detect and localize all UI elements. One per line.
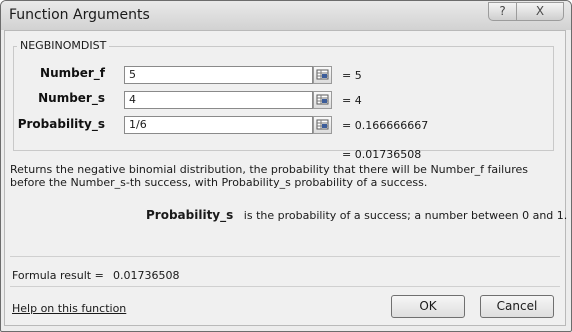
number-f-range-button[interactable] — [313, 66, 332, 84]
parameter-help: Probability_s is the probability of a su… — [146, 208, 567, 222]
arg-label-number-s: Number_s — [38, 91, 105, 105]
close-icon: X — [535, 4, 545, 18]
number-s-input[interactable]: 4 — [124, 91, 313, 109]
dialog-body: NEGBINOMDIST Number_f 5 = 5 Number_s 4 =… — [4, 30, 567, 326]
help-icon: ? — [499, 4, 506, 18]
help-on-function-link[interactable]: Help on this function — [12, 302, 126, 315]
divider — [10, 286, 560, 287]
close-button[interactable]: X — [516, 2, 564, 21]
param-name: Probability_s — [146, 208, 234, 222]
probability-s-result: = 0.166666667 — [342, 119, 429, 132]
arg-label-probability-s: Probability_s — [17, 117, 105, 131]
probability-s-input[interactable]: 1/6 — [124, 116, 313, 134]
probability-s-range-button[interactable] — [313, 116, 332, 134]
number-f-result: = 5 — [342, 69, 362, 82]
function-arguments-dialog: Function Arguments ? X NEGBINOMDIST Numb… — [0, 0, 572, 332]
param-help-text: is the probability of a success; a numbe… — [243, 209, 568, 222]
number-f-input[interactable]: 5 — [124, 66, 313, 84]
help-button[interactable]: ? — [488, 2, 517, 21]
title-bar[interactable]: Function Arguments ? X — [1, 1, 571, 30]
number-s-range-button[interactable] — [313, 91, 332, 109]
ok-button[interactable]: OK — [391, 295, 465, 318]
range-selector-icon — [316, 94, 329, 105]
function-result: = 0.01736508 — [342, 148, 422, 161]
formula-result-value: 0.01736508 — [113, 269, 180, 282]
cancel-button[interactable]: Cancel — [480, 295, 554, 318]
arguments-group: NEGBINOMDIST Number_f 5 = 5 Number_s 4 =… — [13, 39, 556, 153]
formula-result-label: Formula result = — [12, 269, 104, 282]
function-name: NEGBINOMDIST — [17, 39, 110, 52]
arg-label-number-f: Number_f — [40, 66, 105, 80]
dialog-title: Function Arguments — [9, 7, 150, 23]
number-s-result: = 4 — [342, 94, 362, 107]
range-selector-icon — [316, 69, 329, 80]
divider — [10, 256, 560, 257]
range-selector-icon — [316, 119, 329, 130]
function-description: Returns the negative binomial distributi… — [10, 163, 528, 189]
